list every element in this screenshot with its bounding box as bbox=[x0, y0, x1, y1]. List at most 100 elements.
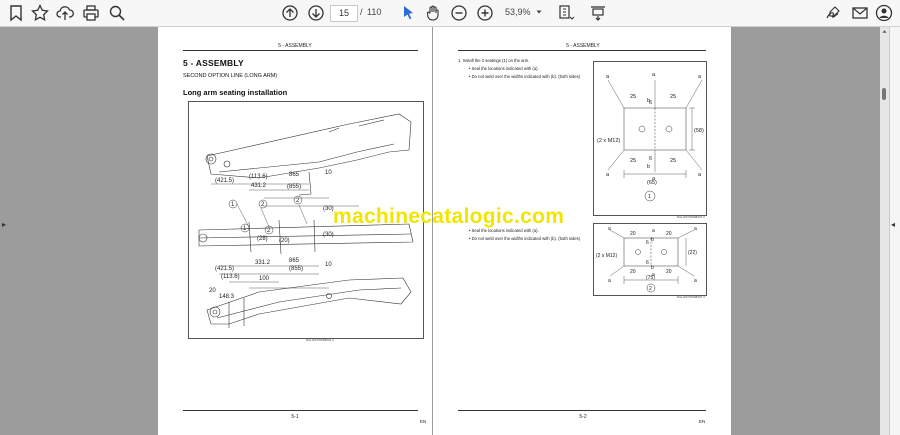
dim-label: (113.6) bbox=[249, 174, 268, 180]
zoom-in-icon[interactable] bbox=[475, 3, 495, 23]
weld-label: b bbox=[647, 164, 650, 170]
page-subtitle: SECOND OPTION LINE (LONG ARM) bbox=[183, 73, 278, 79]
seating-drawing-1: a a a a a a 25 25 25 25 6 6 (2 x M12) (5… bbox=[597, 72, 704, 202]
dim-label: 25 bbox=[670, 94, 676, 100]
dim-label: 10 bbox=[325, 262, 332, 268]
page-title: 5 - ASSEMBLY bbox=[183, 58, 244, 68]
page-header: 5 - ASSEMBLY bbox=[278, 43, 312, 49]
scroll-up-icon[interactable] bbox=[882, 29, 887, 34]
figure-reference: DALGSTOSSB007 2 bbox=[677, 215, 705, 219]
dim-label: (113.6) bbox=[221, 274, 240, 280]
dim-label: 10 bbox=[325, 170, 332, 176]
right-panel bbox=[889, 27, 900, 435]
print-icon[interactable] bbox=[81, 3, 101, 23]
seal-label: a bbox=[608, 278, 611, 284]
instruction-text: 1. Install the 2 seatings (1) on the arm… bbox=[458, 58, 530, 63]
dim-label: 25 bbox=[670, 158, 676, 164]
watermark: machinecatalogic.com bbox=[333, 205, 565, 228]
bullet-item: • Do not weld over the widths indicated … bbox=[469, 236, 581, 241]
dim-label: (75) bbox=[646, 275, 655, 281]
callout-number: 2 bbox=[267, 228, 271, 234]
dim-label: 25 bbox=[630, 158, 636, 164]
footer-rule bbox=[458, 410, 706, 411]
dim-label: 6 bbox=[646, 240, 649, 246]
star-icon[interactable] bbox=[30, 3, 50, 23]
bullet-item: • Do not weld over the widths indicated … bbox=[469, 74, 581, 79]
right-panel-toggle-icon[interactable]: ◂ bbox=[891, 220, 895, 229]
figure-reference: DALGSTOSSB001 1 bbox=[306, 338, 334, 342]
zoom-out-icon[interactable] bbox=[449, 3, 469, 23]
chevron-down-icon[interactable] bbox=[536, 9, 542, 15]
seating-figure-1: a a a a a a 25 25 25 25 6 6 (2 x M12) (5… bbox=[593, 61, 707, 216]
weld-label: b bbox=[647, 98, 650, 104]
seal-label: a bbox=[694, 226, 697, 232]
seal-label: a bbox=[698, 74, 702, 80]
dim-label: (2 x M12) bbox=[597, 138, 620, 144]
callout-number: 2 bbox=[261, 202, 265, 208]
select-cursor-icon[interactable] bbox=[398, 3, 418, 23]
sign-pen-icon[interactable] bbox=[823, 3, 843, 23]
dim-label: 20 bbox=[666, 231, 672, 237]
dim-label: 20 bbox=[209, 288, 216, 294]
seal-label: a bbox=[608, 226, 611, 232]
figure-number: 1 bbox=[648, 194, 651, 200]
seal-label: a bbox=[652, 228, 655, 234]
search-icon[interactable] bbox=[107, 3, 127, 23]
fit-page-icon[interactable] bbox=[588, 3, 608, 23]
page-header: 5 - ASSEMBLY bbox=[566, 43, 600, 49]
pdf-toolbar: 15 / 110 53,9% bbox=[0, 0, 900, 27]
dim-label: (65) bbox=[647, 180, 657, 186]
pdf-page-right: 5 - ASSEMBLY 1. Install the 2 seatings (… bbox=[433, 27, 731, 435]
pdf-page-left: 5 - ASSEMBLY 5 - ASSEMBLY SECOND OPTION … bbox=[158, 27, 432, 435]
section-title: Long arm seating installation bbox=[183, 88, 288, 97]
mail-icon[interactable] bbox=[850, 3, 870, 23]
header-rule bbox=[458, 50, 706, 51]
seal-label: a bbox=[652, 72, 656, 78]
page-number-input[interactable]: 15 bbox=[330, 5, 358, 22]
callout-number: 2 bbox=[296, 198, 300, 204]
page-up-icon[interactable] bbox=[280, 3, 300, 23]
header-rule bbox=[183, 50, 418, 51]
weld-label: b bbox=[651, 237, 654, 243]
dim-label: 6 bbox=[646, 260, 649, 266]
page-layout-icon[interactable] bbox=[556, 3, 576, 23]
dim-label: (58) bbox=[694, 128, 704, 134]
dim-label: 865 bbox=[289, 258, 300, 264]
left-panel-toggle-icon[interactable]: ▸ bbox=[2, 220, 6, 229]
seal-label: a bbox=[606, 74, 610, 80]
seal-label: a bbox=[606, 172, 610, 178]
dim-label: 865 bbox=[289, 172, 300, 178]
dim-label: 331.2 bbox=[255, 260, 271, 266]
dim-label: 148.3 bbox=[219, 294, 235, 300]
page-total: 110 bbox=[367, 7, 382, 17]
seal-label: a bbox=[698, 172, 702, 178]
page-number: 5-1 bbox=[291, 414, 299, 420]
seating-drawing-2: a a a a a a 20 20 20 20 6 6 (2 x M12) (2… bbox=[596, 226, 697, 293]
seating-figure-2: a a a a a a 20 20 20 20 6 6 (2 x M12) (2… bbox=[593, 223, 707, 296]
dim-label: 20 bbox=[666, 269, 672, 275]
seal-label: a bbox=[694, 278, 697, 284]
bookmark-icon[interactable] bbox=[6, 3, 26, 23]
dim-label: 6 bbox=[649, 156, 652, 162]
dim-label: 100 bbox=[259, 276, 270, 282]
dim-label: (421.5) bbox=[215, 266, 234, 272]
weld-label: b bbox=[651, 265, 654, 271]
dim-label: 25 bbox=[630, 94, 636, 100]
dim-label: (855) bbox=[289, 266, 303, 272]
dim-label: 431.2 bbox=[251, 183, 267, 189]
footer-rule bbox=[183, 410, 418, 411]
callout-number: 1 bbox=[231, 202, 235, 208]
page-number: 5-2 bbox=[579, 414, 587, 420]
account-icon[interactable] bbox=[874, 3, 894, 23]
figure-number: 2 bbox=[649, 286, 652, 292]
hand-tool-icon[interactable] bbox=[423, 3, 443, 23]
bullet-item: • Seal the locations indicated with (a). bbox=[469, 66, 539, 71]
dim-label: (22) bbox=[688, 250, 697, 256]
figure-reference: DALGSTOSSB007 3 bbox=[677, 295, 705, 299]
dim-label: 20 bbox=[630, 269, 636, 275]
language-code: EN bbox=[699, 419, 706, 424]
upload-cloud-icon[interactable] bbox=[55, 3, 75, 23]
scrollbar-thumb[interactable] bbox=[882, 88, 886, 100]
page-down-icon[interactable] bbox=[306, 3, 326, 23]
page-separator: / bbox=[360, 7, 363, 17]
